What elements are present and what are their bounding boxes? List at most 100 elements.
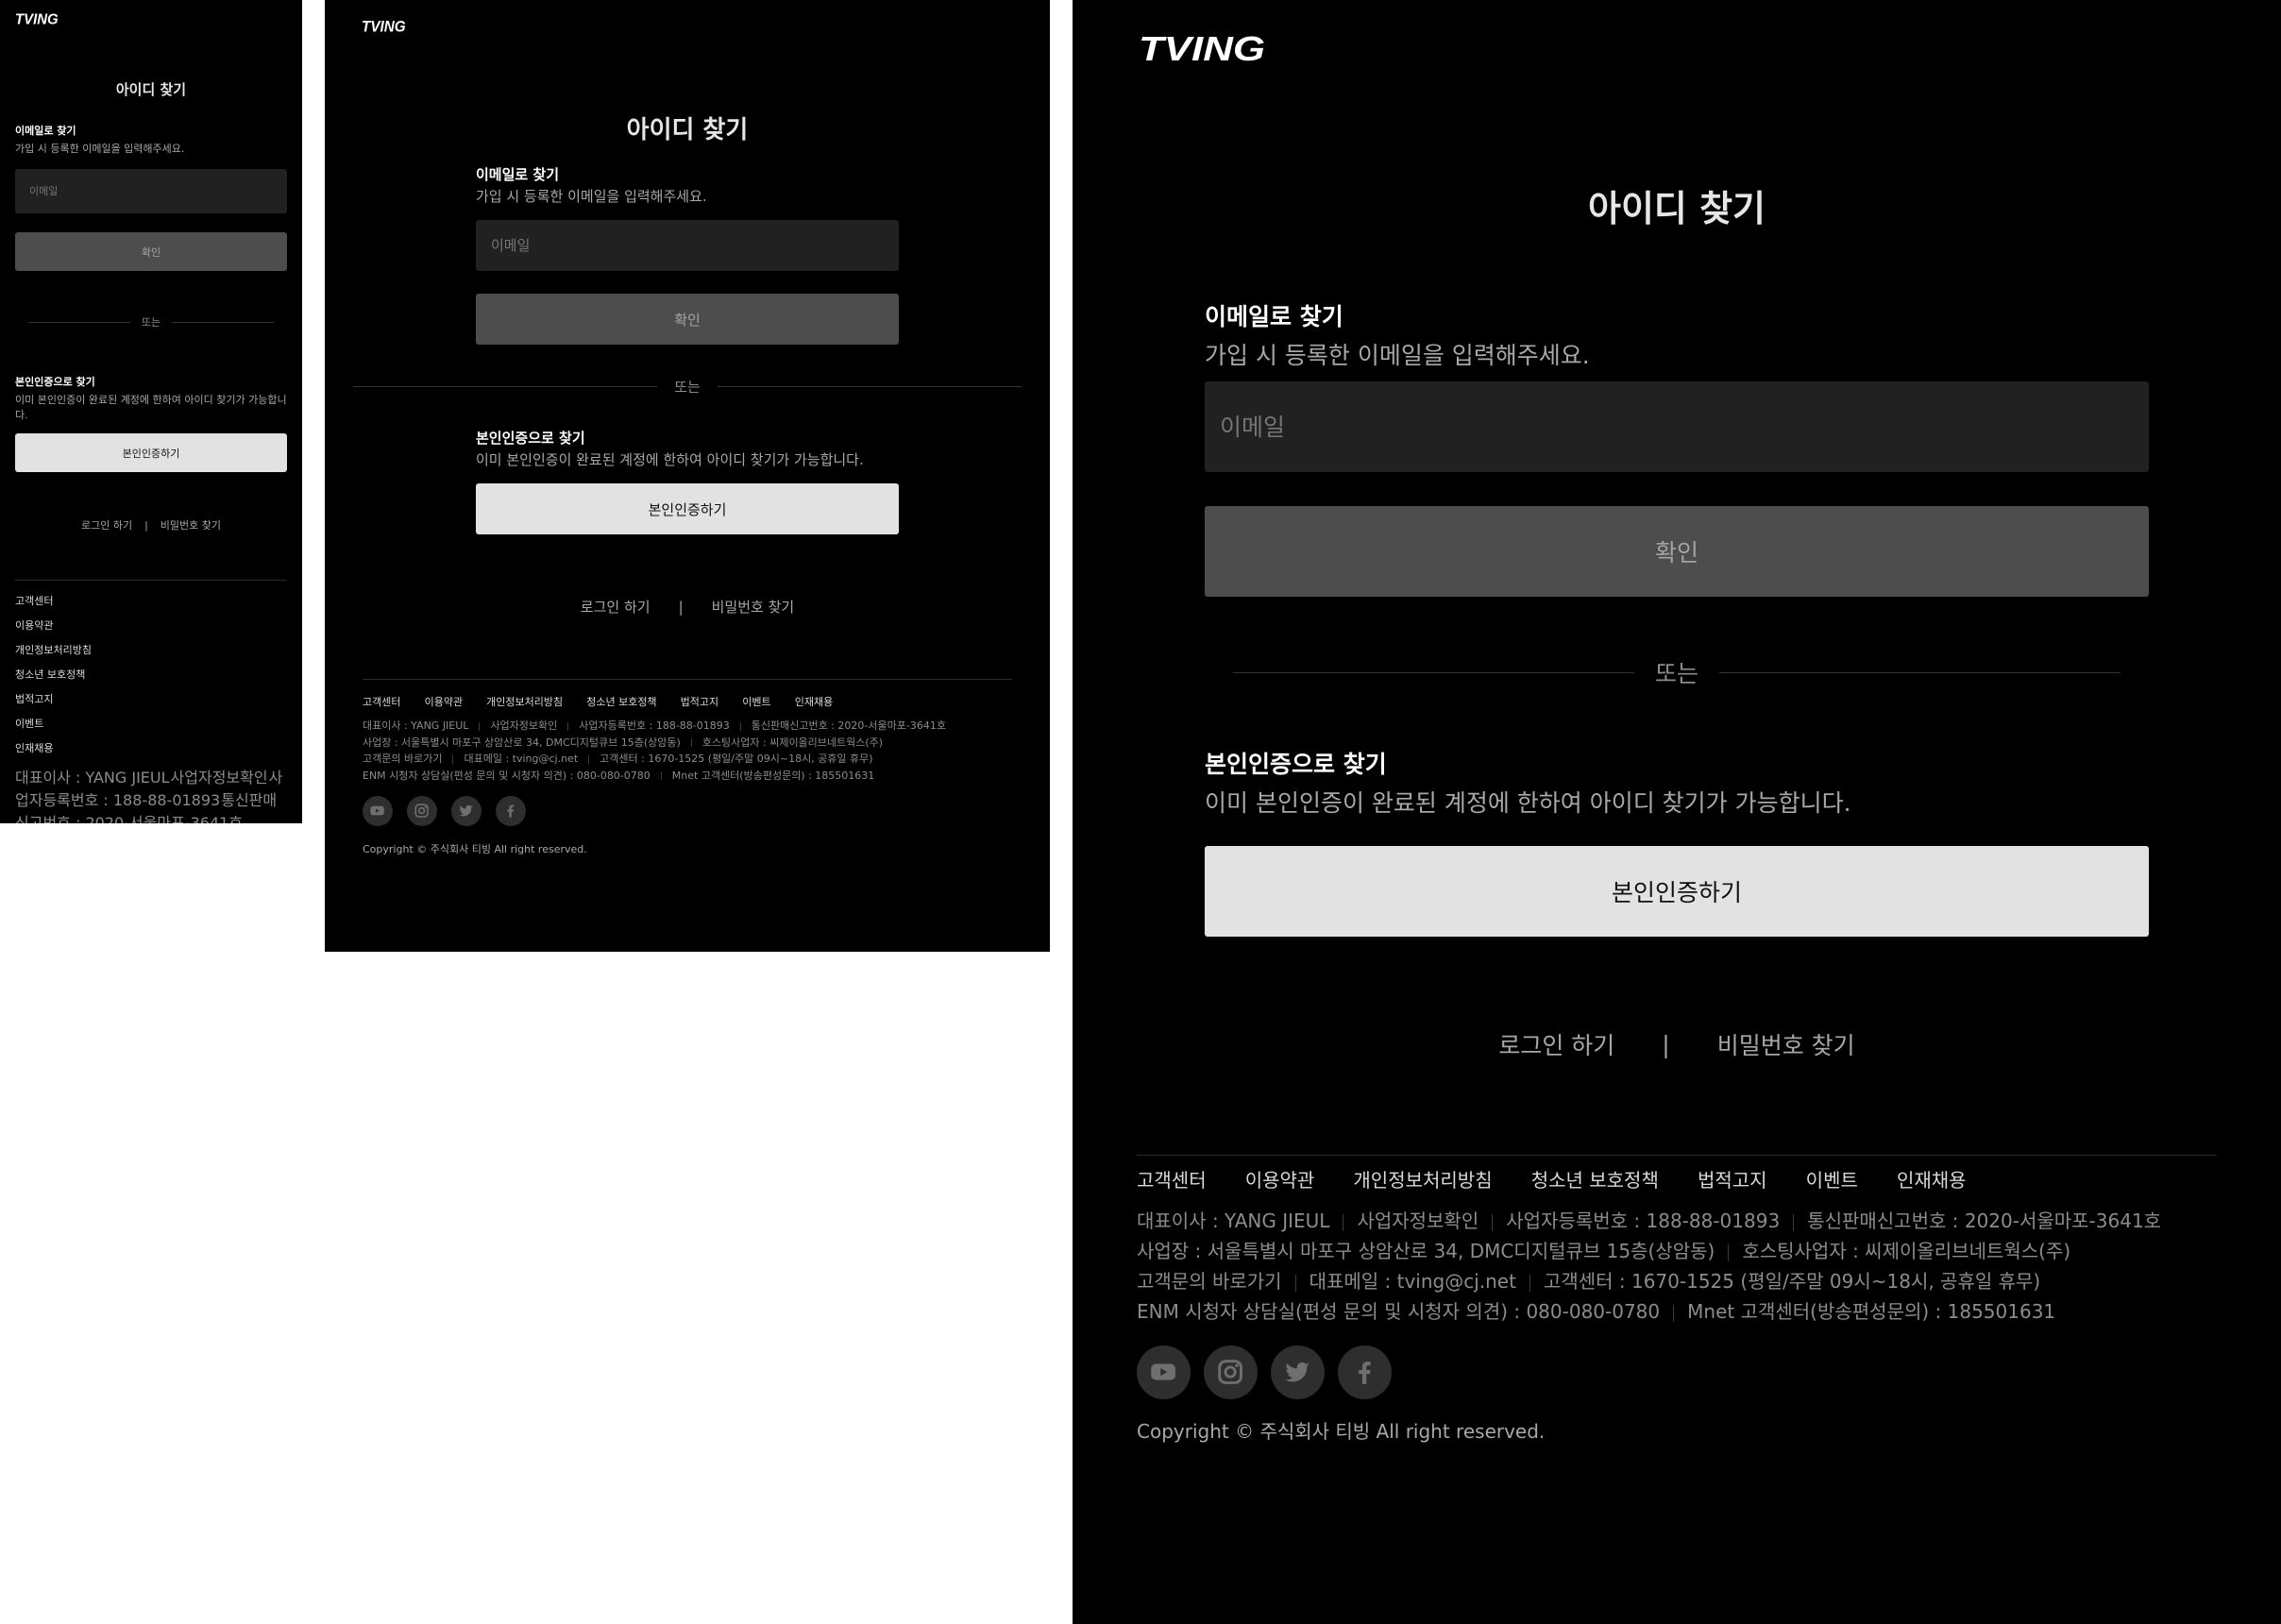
email-field-wrapper: [476, 220, 899, 271]
company-info: 대표이사 : YANG JIEUL사업자정보확인사업자등록번호 : 188-88…: [15, 765, 287, 823]
account-links: 로그인 하기 | 비밀번호 찾기: [1073, 1027, 2281, 1061]
email-field[interactable]: [15, 169, 287, 213]
tving-logo-mark: TVING: [1139, 32, 1265, 63]
youtube-icon[interactable]: [1137, 1345, 1191, 1399]
svg-text:TVING: TVING: [1139, 32, 1265, 63]
footer-link-customer-center[interactable]: 고객센터: [363, 694, 400, 709]
info-separator: [690, 738, 692, 747]
instagram-icon[interactable]: [1204, 1345, 1258, 1399]
mnet-customer-center: Mnet 고객센터(방송편성문의) : 185501631: [1687, 1300, 2056, 1323]
footer-link-legal[interactable]: 법적고지: [1698, 1165, 1767, 1193]
verify-section-description: 이미 본인인증이 완료된 계정에 한하여 아이디 찾기가 가능합니다.: [15, 394, 287, 421]
company-address: 사업장 : 서울특별시 마포구 상암산로 34, DMC디지털큐브 15층(상암…: [363, 736, 681, 749]
business-check-link[interactable]: 사업자정보확인: [1357, 1210, 1478, 1232]
email-section-description: 가입 시 등록한 이메일을 입력해주세요.: [476, 188, 707, 205]
footer-link-youth-policy[interactable]: 청소년 보호정책: [586, 694, 656, 709]
confirm-button[interactable]: 확인: [15, 232, 287, 271]
verify-section: 본인인증으로 찾기 이미 본인인증이 완료된 계정에 한하여 아이디 찾기가 가…: [15, 374, 287, 422]
inquiry-link[interactable]: 고객문의 바로가기: [1137, 1270, 1282, 1293]
footer-link-legal[interactable]: 법적고지: [681, 694, 718, 709]
footer-link-privacy[interactable]: 개인정보처리방침: [486, 694, 563, 709]
account-links: 로그인 하기 | 비밀번호 찾기: [325, 597, 1050, 617]
verify-section: 본인인증으로 찾기 이미 본인인증이 완료된 계정에 한하여 아이디 찾기가 가…: [1205, 746, 2149, 819]
ecommerce-number: 통신판매신고번호 : 2020-서울마포-3641호: [751, 719, 946, 732]
company-email: 대표메일 : tving@cj.net: [464, 753, 579, 765]
find-password-link[interactable]: 비밀번호 찾기: [161, 517, 221, 533]
info-separator: [1492, 1213, 1494, 1231]
login-link[interactable]: 로그인 하기: [581, 597, 651, 617]
footer-link-youth-policy[interactable]: 청소년 보호정책: [1531, 1165, 1659, 1193]
tving-logo-mark: TVING: [362, 19, 406, 33]
email-field[interactable]: [476, 220, 899, 271]
email-section-description: 가입 시 등록한 이메일을 입력해주세요.: [15, 143, 185, 155]
find-password-link[interactable]: 비밀번호 찾기: [1717, 1027, 1855, 1061]
divider-line-right: [1719, 671, 2121, 673]
verify-section-title: 본인인증으로 찾기: [1205, 751, 1387, 778]
verify-section-description: 이미 본인인증이 완료된 계정에 한하여 아이디 찾기가 가능합니다.: [1205, 789, 1851, 817]
verify-section: 본인인증으로 찾기 이미 본인인증이 완료된 계정에 한하여 아이디 찾기가 가…: [476, 428, 899, 469]
or-divider: 또는: [1233, 655, 2121, 689]
login-link[interactable]: 로그인 하기: [81, 517, 132, 533]
footer-link-terms[interactable]: 이용약관: [15, 617, 287, 642]
footer-link-customer-center[interactable]: 고객센터: [15, 593, 287, 617]
verify-identity-button[interactable]: 본인인증하기: [476, 483, 899, 534]
twitter-icon[interactable]: [1271, 1345, 1325, 1399]
company-email: 대표메일 : tving@cj.net: [1309, 1270, 1516, 1293]
company-info-line-1: 대표이사 : YANG JIEUL사업자정보확인사업자등록번호 : 188-88…: [1137, 1206, 2217, 1236]
business-check-link[interactable]: 사업자정보확인: [490, 719, 557, 732]
twitter-icon[interactable]: [451, 796, 482, 826]
tving-logo[interactable]: TVING: [362, 19, 406, 33]
inquiry-link[interactable]: 고객문의 바로가기: [363, 753, 442, 765]
footer-nav: 고객센터 이용약관 개인정보처리방침 청소년 보호정책 법적고지 이벤트 인재채…: [15, 593, 287, 765]
company-info: 대표이사 : YANG JIEUL사업자정보확인사업자등록번호 : 188-88…: [363, 718, 1012, 784]
confirm-button[interactable]: 확인: [476, 294, 899, 345]
confirm-button[interactable]: 확인: [1205, 506, 2149, 597]
youtube-icon[interactable]: [363, 796, 393, 826]
copyright: Copyright © 주식회사 티빙 All right reserved.: [363, 843, 587, 855]
footer-link-legal[interactable]: 법적고지: [15, 691, 287, 716]
footer-link-privacy[interactable]: 개인정보처리방침: [15, 642, 287, 667]
footer-link-terms[interactable]: 이용약관: [425, 694, 463, 709]
find-password-link[interactable]: 비밀번호 찾기: [712, 597, 795, 617]
tving-logo[interactable]: TVING: [15, 12, 59, 25]
footer-link-careers[interactable]: 인재채용: [1897, 1165, 1967, 1193]
verify-identity-button[interactable]: 본인인증하기: [15, 433, 287, 472]
footer-link-terms[interactable]: 이용약관: [1245, 1165, 1315, 1193]
email-field[interactable]: [1205, 381, 2149, 472]
facebook-icon[interactable]: [496, 796, 526, 826]
info-separator: [1529, 1274, 1530, 1292]
tablet-viewport-panel: TVING 아이디 찾기 이메일로 찾기 가입 시 등록한 이메일을 입력해주세…: [325, 0, 1050, 952]
info-separator: [1294, 1274, 1296, 1292]
footer-link-event[interactable]: 이벤트: [1806, 1165, 1858, 1193]
footer-link-careers[interactable]: 인재채용: [15, 740, 287, 765]
tving-logo[interactable]: TVING: [1139, 32, 1266, 63]
hosting-provider: 호스팅사업자 : 씨제이올리브네트웍스(주): [1742, 1240, 2071, 1262]
link-separator: |: [678, 598, 684, 616]
footer-link-event[interactable]: 이벤트: [15, 716, 287, 740]
login-link[interactable]: 로그인 하기: [1498, 1027, 1614, 1061]
business-check-link[interactable]: 사업자정보확인: [171, 769, 268, 787]
instagram-icon[interactable]: [407, 796, 437, 826]
customer-center-phone: 고객센터 : 1670-1525 (평일/주말 09시~18시, 공휴일 휴무): [600, 753, 873, 765]
footer: 고객센터 이용약관 개인정보처리방침 청소년 보호정책 법적고지 이벤트 인재채…: [15, 580, 287, 823]
company-info-line-1: 대표이사 : YANG JIEUL사업자정보확인사업자등록번호 : 188-88…: [15, 765, 287, 823]
page-title: 아이디 찾기: [1587, 188, 1766, 229]
footer-link-event[interactable]: 이벤트: [742, 694, 770, 709]
footer-link-youth-policy[interactable]: 청소년 보호정책: [15, 667, 287, 691]
info-separator: [1673, 1304, 1675, 1322]
info-separator: [660, 771, 662, 780]
verify-identity-button[interactable]: 본인인증하기: [1205, 846, 2149, 937]
company-info: 대표이사 : YANG JIEUL사업자정보확인사업자등록번호 : 188-88…: [1137, 1206, 2217, 1327]
facebook-icon[interactable]: [1338, 1345, 1392, 1399]
footer-link-careers[interactable]: 인재채용: [795, 694, 833, 709]
ecommerce-number: 통신판매신고번호 : 2020-서울마포-3641호: [1807, 1210, 2162, 1232]
email-section-title: 이메일로 찾기: [476, 166, 560, 183]
responsive-preview-stage: TVING 아이디 찾기 이메일로 찾기 가입 시 등록한 이메일을 입력해주세…: [0, 0, 2281, 1624]
footer-link-privacy[interactable]: 개인정보처리방침: [1353, 1165, 1492, 1193]
company-info-line-4: ENM 시청자 상담실(편성 문의 및 시청자 의견) : 080-080-07…: [1137, 1296, 2217, 1327]
info-separator: [567, 721, 569, 731]
divider-line-right: [717, 386, 1022, 387]
email-field-wrapper: [1205, 381, 2149, 472]
verify-section-title: 본인인증으로 찾기: [476, 430, 585, 447]
footer-link-customer-center[interactable]: 고객센터: [1137, 1165, 1207, 1193]
